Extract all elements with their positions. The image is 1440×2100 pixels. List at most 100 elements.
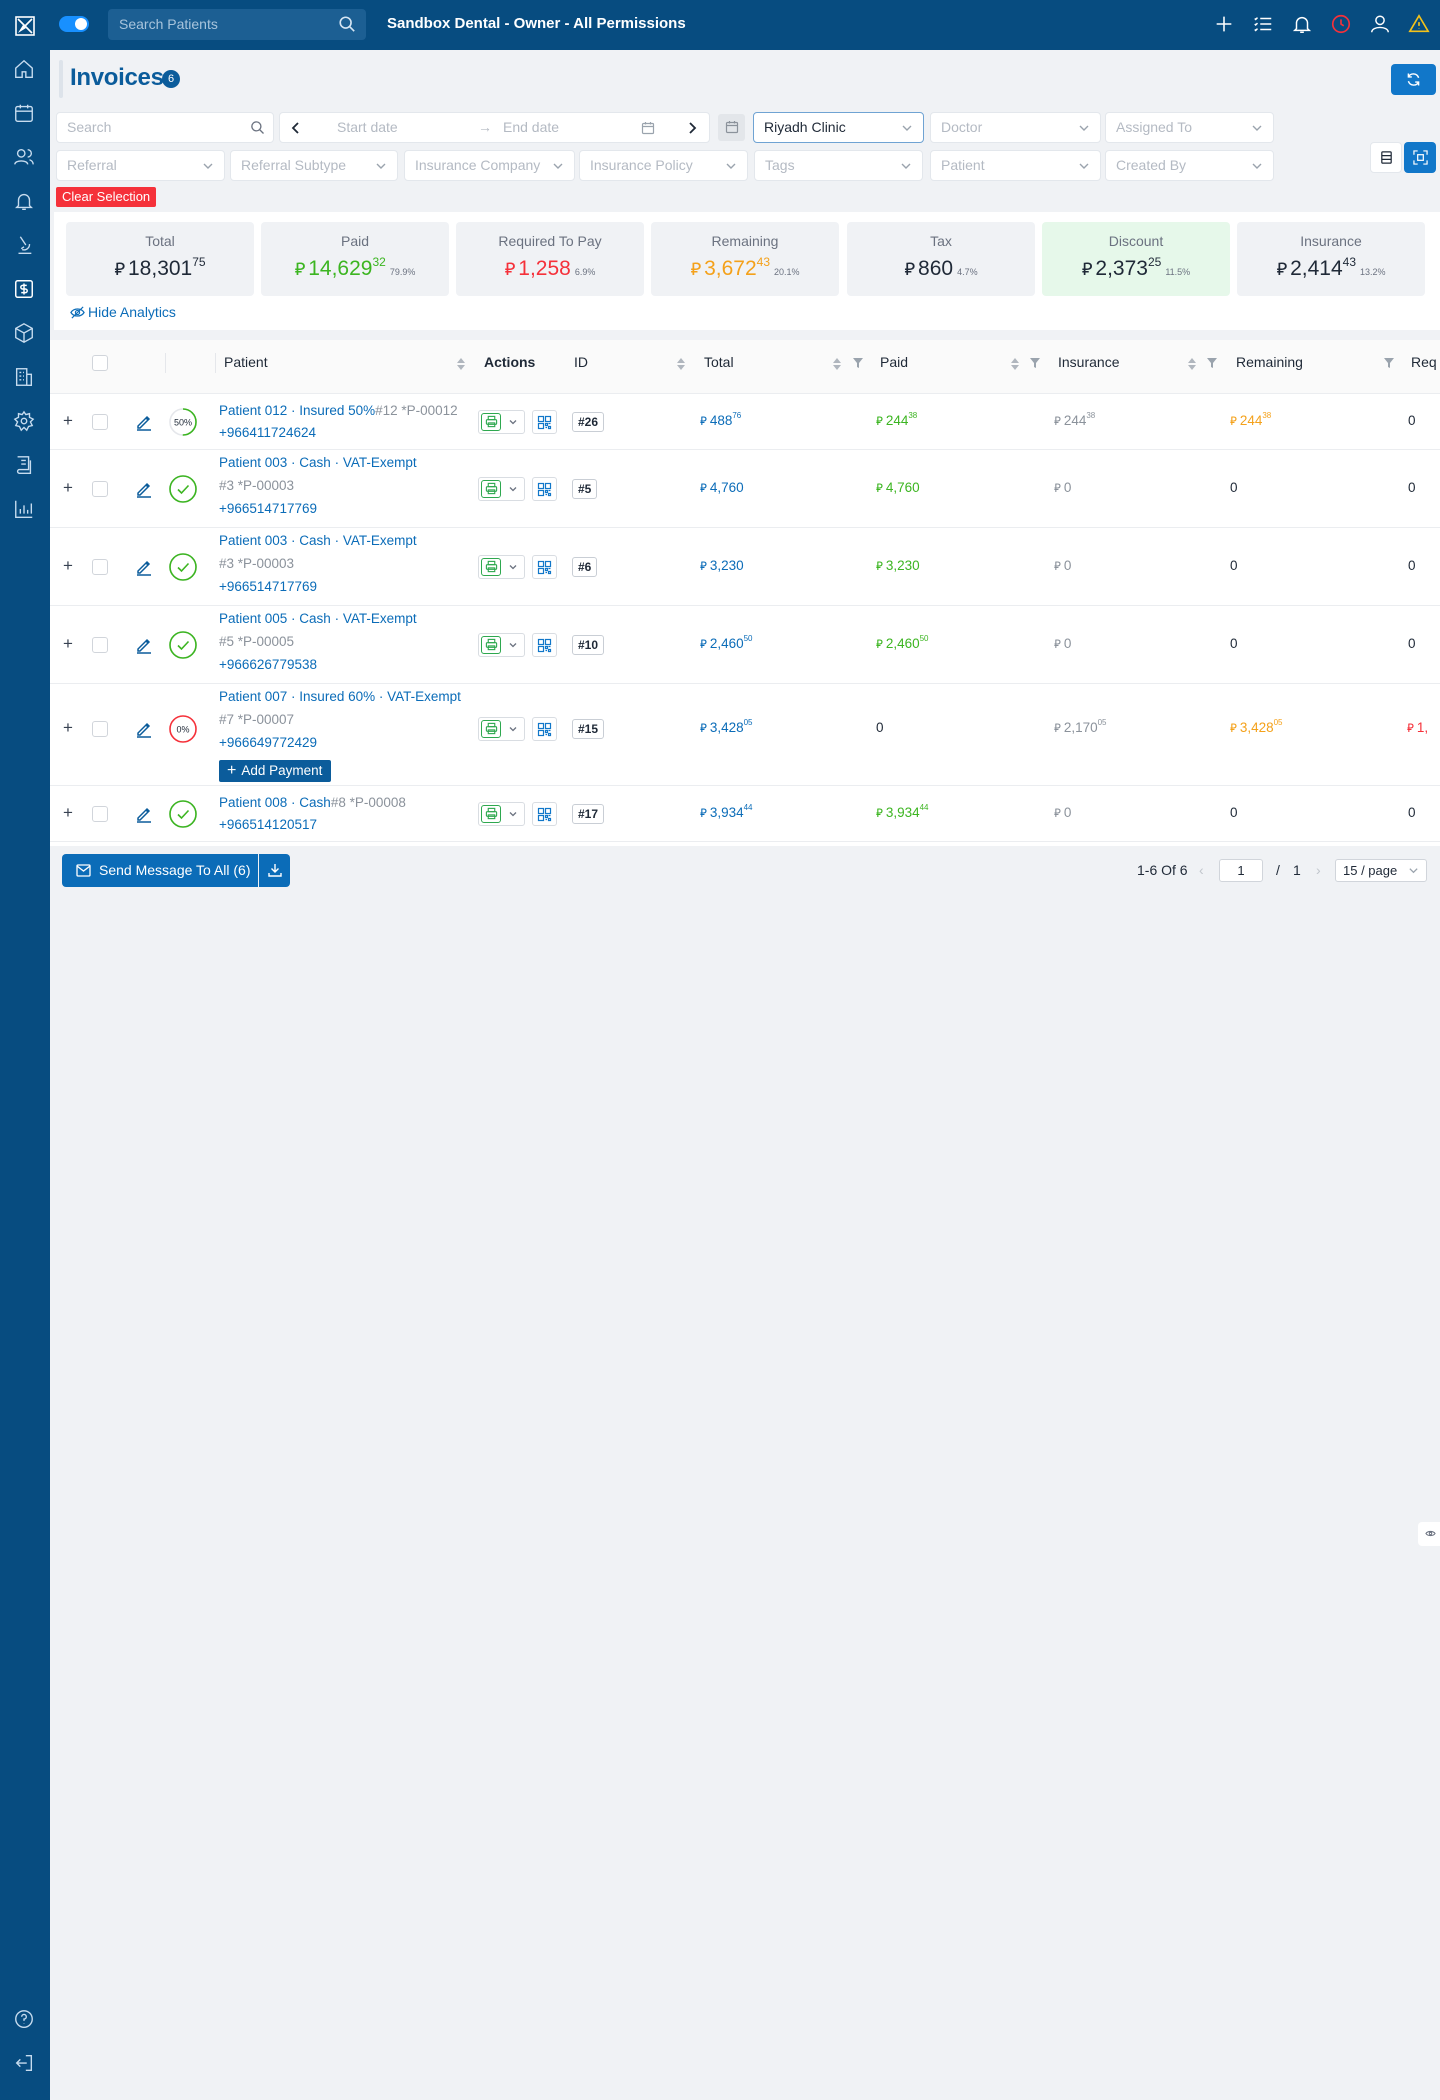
search-icon[interactable]: [338, 15, 356, 33]
compact-view-icon[interactable]: [1404, 142, 1436, 173]
patient-name-link[interactable]: Patient 003 · Cash · VAT-Exempt: [219, 533, 417, 548]
patient-name-link[interactable]: Patient 003 · Cash · VAT-Exempt: [219, 455, 417, 470]
patient-select[interactable]: Patient: [930, 150, 1101, 181]
prev-page-icon[interactable]: ‹: [1199, 862, 1204, 878]
column-header-insurance[interactable]: Insurance: [1058, 340, 1119, 394]
filter-icon[interactable]: [1383, 357, 1395, 369]
table-row[interactable]: + Patient 008 · Cash#8 *P-00008 +966514120…: [50, 786, 1440, 842]
qr-code-icon[interactable]: [532, 555, 557, 579]
print-dropdown-button[interactable]: [478, 555, 525, 579]
row-checkbox[interactable]: [92, 481, 108, 497]
print-dropdown-button[interactable]: [478, 802, 525, 826]
column-header-remaining[interactable]: Remaining: [1236, 340, 1303, 394]
row-checkbox[interactable]: [92, 806, 108, 822]
qr-code-icon[interactable]: [532, 802, 557, 826]
select-all-checkbox[interactable]: [92, 355, 108, 371]
end-date-placeholder[interactable]: End date: [503, 113, 559, 142]
patient-phone-link[interactable]: +966514717769: [219, 501, 317, 516]
row-checkbox[interactable]: [92, 637, 108, 653]
column-header-patient[interactable]: Patient: [224, 340, 268, 394]
sort-icon[interactable]: [456, 356, 466, 372]
clinic-select[interactable]: Riyadh Clinic: [753, 112, 924, 143]
table-row[interactable]: +50% Patient 012 · Insured 50%#12 *P-0001…: [50, 394, 1440, 450]
filter-icon[interactable]: [852, 357, 864, 369]
edit-icon[interactable]: [135, 480, 153, 498]
users-icon[interactable]: [13, 146, 37, 170]
created-by-select[interactable]: Created By: [1105, 150, 1274, 181]
print-dropdown-button[interactable]: [478, 717, 525, 741]
help-icon[interactable]: [13, 2008, 37, 2032]
ledger-icon[interactable]: [13, 454, 37, 478]
table-row[interactable]: + Patient 005 · Cash · VAT-Exempt #5 *P-00…: [50, 606, 1440, 684]
referral-select[interactable]: Referral: [56, 150, 225, 181]
tags-select[interactable]: Tags: [754, 150, 923, 181]
send-message-all-button[interactable]: Send Message To All (6): [62, 854, 258, 887]
expand-row-icon[interactable]: +: [63, 803, 73, 823]
patient-name-link[interactable]: Patient 005 · Cash · VAT-Exempt: [219, 611, 417, 626]
patient-phone-link[interactable]: +966514120517: [219, 817, 317, 832]
print-dropdown-button[interactable]: [478, 410, 525, 434]
app-logo-icon[interactable]: [15, 16, 35, 36]
filter-icon[interactable]: [1029, 357, 1041, 369]
column-header-paid[interactable]: Paid: [880, 340, 908, 394]
bell-icon[interactable]: [13, 190, 37, 214]
sort-icon[interactable]: [1187, 356, 1197, 372]
invoice-id-badge[interactable]: #26: [572, 412, 605, 432]
patient-name-link[interactable]: Patient 012 · Insured 50%#12 *P-00012: [219, 403, 458, 418]
referral-subtype-select[interactable]: Referral Subtype: [230, 150, 398, 181]
logout-icon[interactable]: [13, 2052, 37, 2076]
patient-name-link[interactable]: Patient 007 · Insured 60% · VAT-Exempt: [219, 689, 461, 704]
table-view-icon[interactable]: [1370, 142, 1402, 173]
page-number-input[interactable]: 1: [1219, 859, 1263, 882]
invoice-id-badge[interactable]: #17: [572, 804, 605, 824]
date-range-picker[interactable]: Start date → End date: [279, 112, 710, 143]
qr-code-icon[interactable]: [532, 633, 557, 657]
clock-icon[interactable]: [1330, 13, 1354, 37]
column-header-required[interactable]: Req: [1411, 340, 1437, 394]
print-dropdown-button[interactable]: [478, 477, 525, 501]
table-row[interactable]: + Patient 003 · Cash · VAT-Exempt #3 *P-00…: [50, 450, 1440, 528]
page-size-select[interactable]: 15 / page: [1335, 859, 1427, 882]
eye-icon[interactable]: [1418, 1522, 1440, 1546]
sort-icon[interactable]: [832, 356, 842, 372]
patient-search-input[interactable]: Search Patients: [108, 9, 366, 40]
print-dropdown-button[interactable]: [478, 633, 525, 657]
assigned-to-select[interactable]: Assigned To: [1105, 112, 1274, 143]
building-icon[interactable]: [13, 366, 37, 390]
column-header-total[interactable]: Total: [704, 340, 734, 394]
settings-gear-icon[interactable]: [13, 410, 37, 434]
expand-row-icon[interactable]: +: [63, 718, 73, 738]
next-period-icon[interactable]: [685, 121, 699, 135]
row-checkbox[interactable]: [92, 721, 108, 737]
patient-phone-link[interactable]: +966411724624: [219, 425, 316, 440]
invoice-search-input[interactable]: Search: [56, 112, 274, 143]
patient-name-link[interactable]: Patient 008 · Cash#8 *P-00008: [219, 795, 406, 810]
invoice-dollar-icon[interactable]: [13, 278, 37, 302]
bar-chart-icon[interactable]: [13, 498, 37, 522]
invoice-id-badge[interactable]: #5: [572, 479, 598, 499]
qr-code-icon[interactable]: [532, 477, 557, 501]
table-row[interactable]: + Patient 003 · Cash · VAT-Exempt #3 *P-00…: [50, 528, 1440, 606]
calendar-icon[interactable]: [13, 102, 37, 126]
edit-icon[interactable]: [135, 558, 153, 576]
microscope-icon[interactable]: [13, 234, 37, 258]
expand-row-icon[interactable]: +: [63, 411, 73, 431]
insurance-company-select[interactable]: Insurance Company: [404, 150, 575, 181]
prev-period-icon[interactable]: [289, 121, 303, 135]
edit-icon[interactable]: [135, 636, 153, 654]
home-icon[interactable]: [13, 58, 37, 82]
expand-row-icon[interactable]: +: [63, 634, 73, 654]
user-profile-icon[interactable]: [1369, 13, 1393, 37]
sort-icon[interactable]: [676, 356, 686, 372]
expand-row-icon[interactable]: +: [63, 556, 73, 576]
clear-selection-button[interactable]: Clear Selection: [56, 187, 157, 207]
insurance-policy-select[interactable]: Insurance Policy: [579, 150, 748, 181]
sort-icon[interactable]: [1010, 356, 1020, 372]
column-header-id[interactable]: ID: [574, 340, 588, 394]
filter-icon[interactable]: [1206, 357, 1218, 369]
edit-icon[interactable]: [135, 805, 153, 823]
plus-icon[interactable]: [1213, 13, 1237, 37]
edit-icon[interactable]: [135, 413, 153, 431]
qr-code-icon[interactable]: [532, 717, 557, 741]
task-list-icon[interactable]: [1252, 13, 1276, 37]
